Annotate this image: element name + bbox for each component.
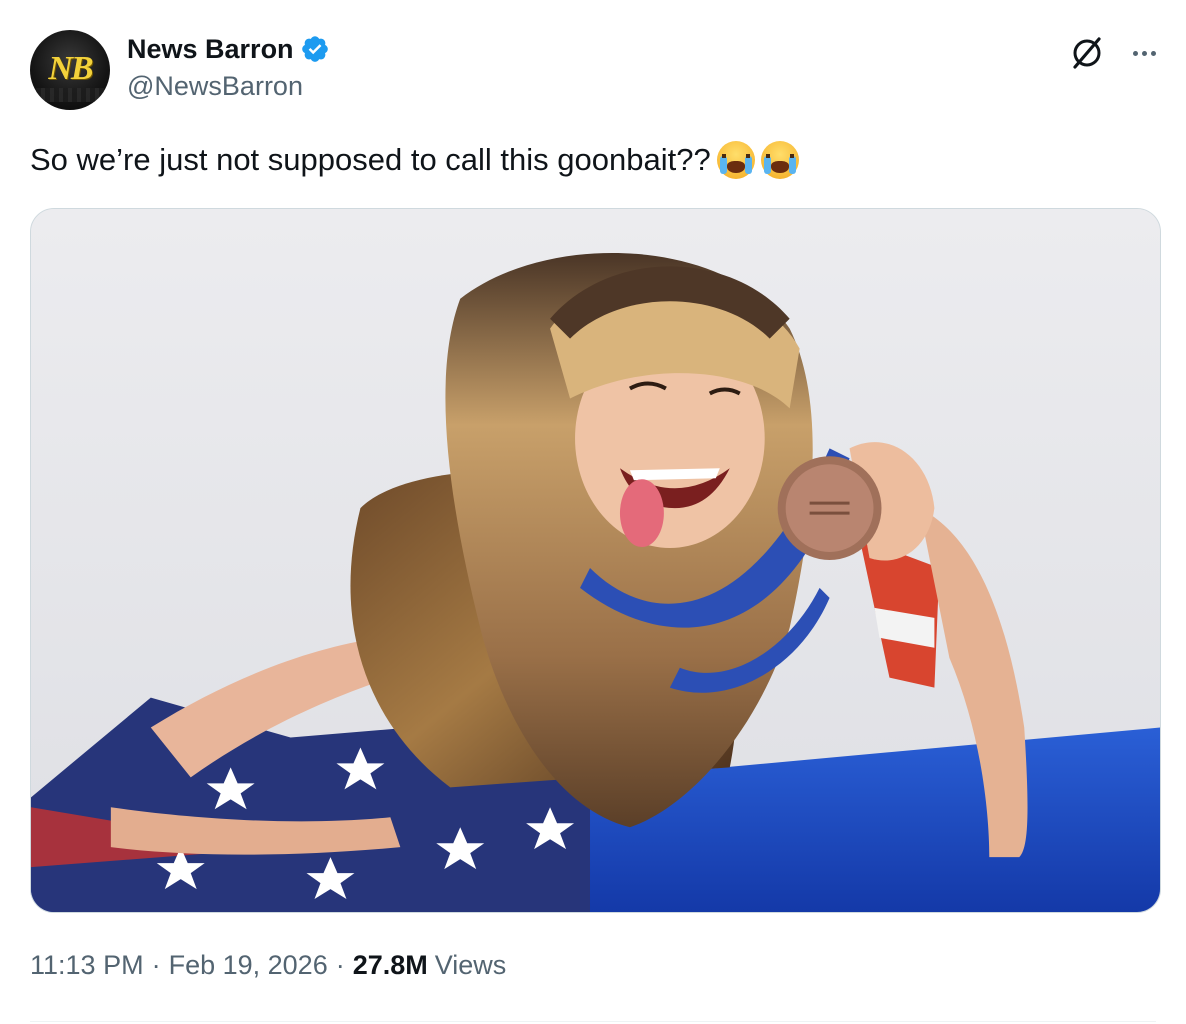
meta-separator: ·	[335, 950, 345, 980]
meta-separator: ·	[151, 950, 161, 980]
author-names: News Barron @NewsBarron	[127, 30, 330, 102]
grok-icon[interactable]	[1068, 34, 1106, 72]
more-icon[interactable]	[1126, 35, 1162, 71]
tweet-text: So we’re just not supposed to call this …	[30, 142, 711, 177]
avatar-skyline	[36, 88, 104, 102]
display-name-row: News Barron	[127, 30, 330, 68]
author-avatar[interactable]: NB	[30, 30, 110, 110]
loudly-crying-face-icon	[760, 141, 799, 179]
tweet-date[interactable]: Feb 19, 2026	[169, 950, 328, 981]
loudly-crying-face-icon	[716, 141, 755, 179]
tweet-media-photo[interactable]	[30, 208, 1161, 913]
author-handle[interactable]: @NewsBarron	[127, 71, 330, 102]
divider	[30, 1021, 1156, 1022]
verified-badge-icon[interactable]	[300, 34, 330, 64]
tweet-card: NB News Barron @NewsBarron So we’re just…	[0, 0, 1186, 1024]
views-label: Views	[434, 950, 507, 980]
tweet-time[interactable]: 11:13 PM	[30, 950, 144, 981]
avatar-logo-text: NB	[48, 50, 93, 87]
tweet-meta: 11:13 PM · Feb 19, 2026 · 27.8M Views	[30, 950, 506, 981]
views-count[interactable]: 27.8M	[353, 950, 428, 981]
tweet-top-actions	[1068, 34, 1162, 72]
photo-illustration	[31, 209, 1160, 912]
tweet-text-row: So we’re just not supposed to call this …	[30, 140, 1150, 180]
author-display-name[interactable]: News Barron	[127, 34, 294, 65]
